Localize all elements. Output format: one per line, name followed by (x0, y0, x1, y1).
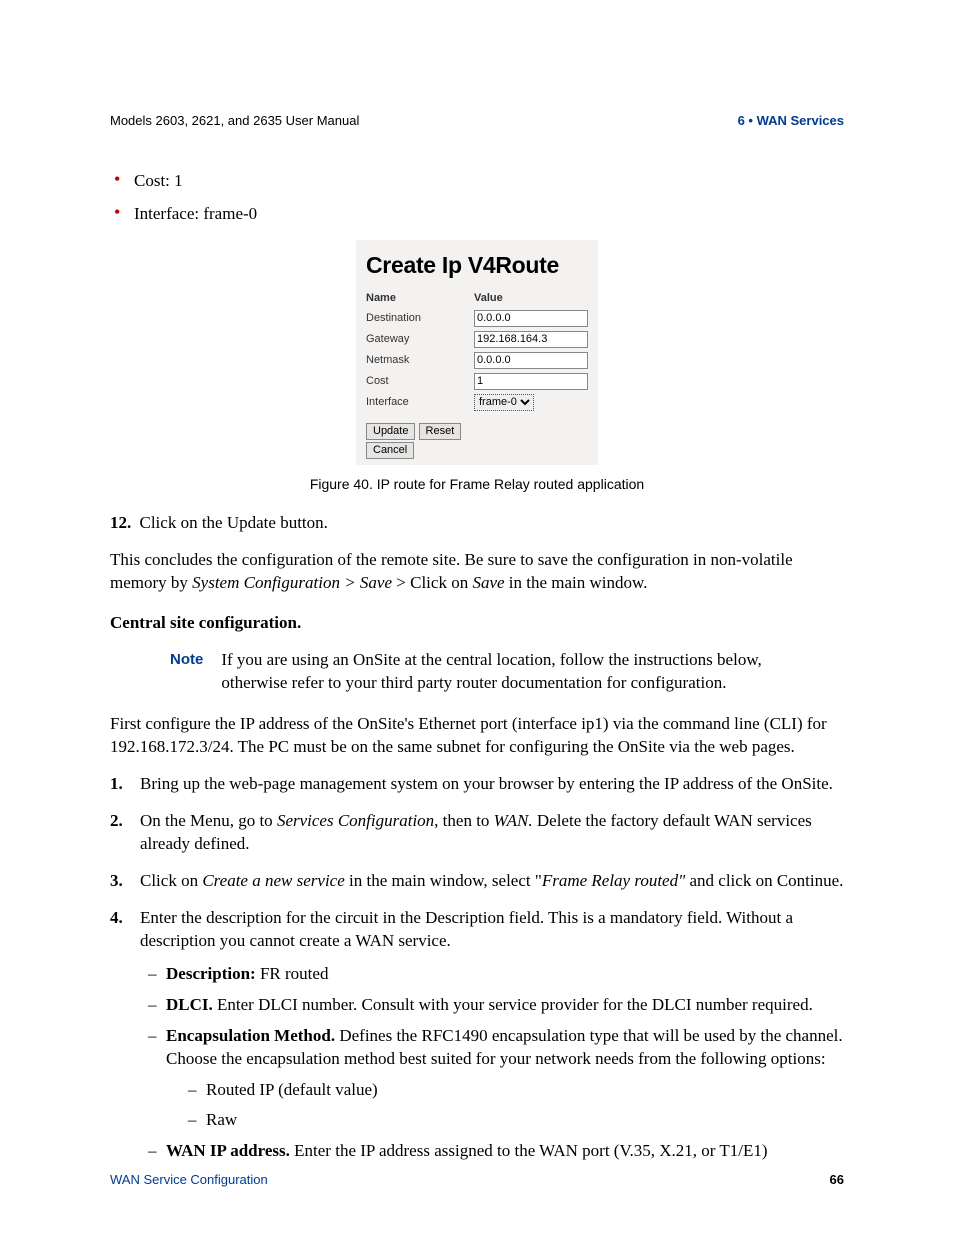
step-4-description: Description: FR routed (148, 963, 844, 986)
reset-button[interactable]: Reset (419, 423, 462, 440)
label-cost: Cost (366, 371, 474, 392)
label-netmask: Netmask (366, 350, 474, 371)
first-configure-paragraph: First configure the IP address of the On… (110, 713, 844, 759)
encap-routed-ip: Routed IP (default value) (188, 1079, 844, 1102)
page-number: 66 (830, 1171, 844, 1189)
destination-input[interactable] (474, 310, 588, 327)
cancel-button[interactable]: Cancel (366, 442, 414, 459)
figure-caption: Figure 40. IP route for Frame Relay rout… (110, 475, 844, 494)
bullet-cost: Cost: 1 (110, 170, 844, 193)
header-manual-title: Models 2603, 2621, and 2635 User Manual (110, 112, 359, 130)
step-12-number: 12. (110, 513, 131, 532)
step-4-encapsulation: Encapsulation Method. Defines the RFC149… (148, 1025, 844, 1133)
header-section-title: 6 • WAN Services (738, 112, 844, 130)
step-1: Bring up the web-page management system … (110, 773, 844, 796)
update-button[interactable]: Update (366, 423, 415, 440)
step-4-dlci: DLCI. Enter DLCI number. Consult with yo… (148, 994, 844, 1017)
netmask-input[interactable] (474, 352, 588, 369)
bullet-interface: Interface: frame-0 (110, 203, 844, 226)
label-interface: Interface (366, 392, 474, 413)
gateway-input[interactable] (474, 331, 588, 348)
step-4: Enter the description for the circuit in… (110, 907, 844, 1163)
figure-create-ip-v4route: Create Ip V4Route Name Value Destination… (356, 240, 598, 465)
note-label: Note (170, 649, 221, 695)
encap-raw: Raw (188, 1109, 844, 1132)
col-header-value: Value (474, 289, 588, 308)
label-gateway: Gateway (366, 329, 474, 350)
note-body: If you are using an OnSite at the centra… (221, 649, 781, 695)
cost-input[interactable] (474, 373, 588, 390)
label-destination: Destination (366, 308, 474, 329)
col-header-name: Name (366, 289, 474, 308)
figure-title: Create Ip V4Route (366, 250, 588, 281)
step-3: Click on Create a new service in the mai… (110, 870, 844, 893)
footer-section: WAN Service Configuration (110, 1171, 268, 1189)
step-2: On the Menu, go to Services Configuratio… (110, 810, 844, 856)
central-site-heading: Central site configuration. (110, 612, 844, 635)
conclusion-paragraph: This concludes the configuration of the … (110, 549, 844, 595)
step-4-wan-ip: WAN IP address. Enter the IP address ass… (148, 1140, 844, 1163)
interface-select[interactable]: frame-0 (474, 394, 534, 411)
step-12-text: Click on the Update button. (140, 513, 328, 532)
